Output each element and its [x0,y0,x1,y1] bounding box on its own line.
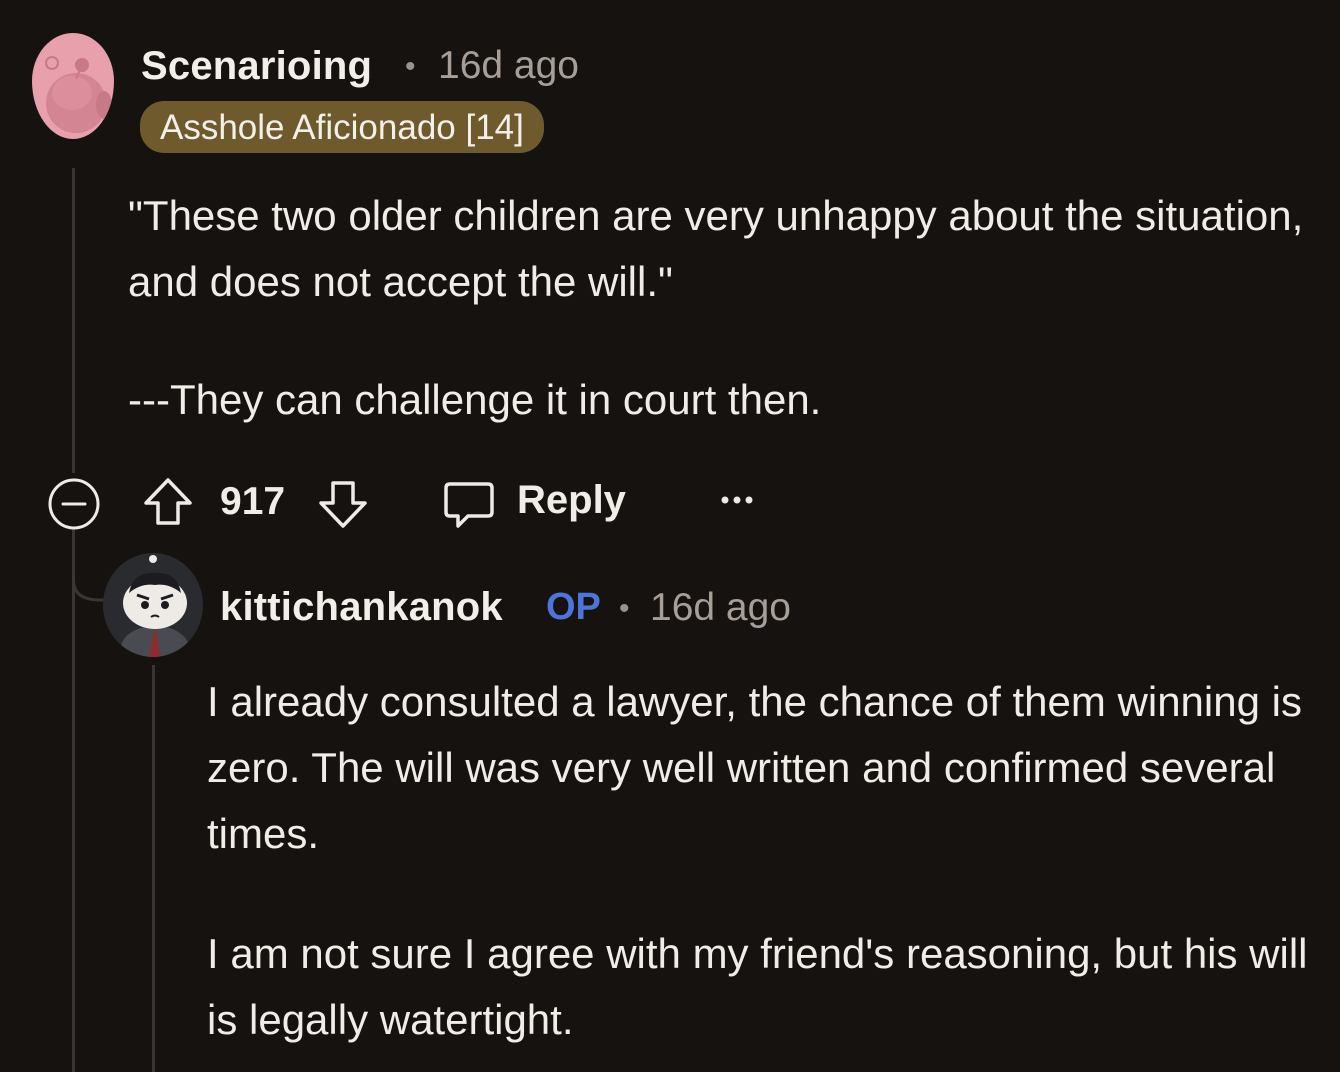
comment-paragraph: I am not sure I agree with my friend's r… [207,930,1308,1043]
reply-button[interactable]: Reply [442,474,642,530]
more-options-button[interactable] [718,488,758,517]
meta-separator: • [619,592,630,625]
downvote-button[interactable] [316,477,370,536]
comment-thread: Scenarioing • 16d ago Asshole Aficionado… [0,0,1340,1072]
comment-paragraph: "These two older children are very unhap… [128,192,1304,305]
user-flair: Asshole Aficionado [14] [140,101,544,153]
meta-separator: • [405,50,416,83]
upvote-button[interactable] [141,475,195,534]
comment-author[interactable]: kittichankanok [220,585,503,630]
avatar[interactable] [103,553,203,657]
vote-count: 917 [220,480,286,523]
comment-paragraph: I already consulted a lawyer, the chance… [207,678,1302,857]
op-badge: OP [546,586,601,628]
comment-author[interactable]: Scenarioing [141,44,372,89]
comment-bubble-icon [444,482,494,528]
ellipsis-icon [721,496,753,504]
comment-body: "These two older children are very unhap… [128,183,1318,433]
comment-body: I already consulted a lawyer, the chance… [207,669,1317,1053]
comment-paragraph: ---They can challenge it in court then. [128,376,822,423]
avatar[interactable] [32,33,114,139]
thread-line-parent[interactable] [72,168,75,473]
collapse-minus-icon [48,478,100,530]
comment-timestamp[interactable]: 16d ago [438,44,579,88]
thread-line-child[interactable] [152,665,155,1072]
snoo-avatar-icon [103,555,203,657]
collapse-button[interactable] [47,477,101,536]
reply-label: Reply [517,478,626,522]
comment-timestamp[interactable]: 16d ago [650,586,791,630]
downvote-arrow-icon [319,481,367,528]
snoo-avatar-icon [45,56,112,133]
upvote-arrow-icon [144,478,192,525]
